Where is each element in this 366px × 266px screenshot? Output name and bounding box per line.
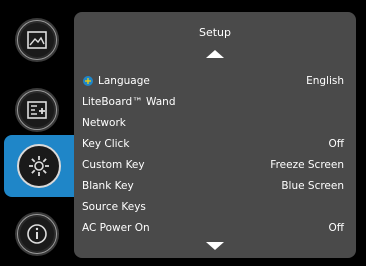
menu-item-label: Language — [98, 74, 150, 87]
settings-tab[interactable] — [17, 90, 57, 130]
menu-item-custom-key[interactable]: Custom Key Freeze Screen — [82, 154, 348, 175]
picture-tab[interactable] — [17, 20, 57, 60]
language-icon — [83, 75, 93, 86]
menu-item-label: Blank Key — [82, 179, 134, 192]
status-tab[interactable] — [17, 214, 57, 254]
menu-item-value: Off — [328, 137, 345, 150]
menu-item-network[interactable]: Network — [82, 112, 348, 133]
menu-item-label: Custom Key — [82, 158, 145, 171]
gear-icon — [29, 156, 49, 176]
menu-item-label: LiteBoard™ Wand — [82, 95, 176, 108]
menu-list: Language English LiteBoard™ Wand Network… — [82, 70, 348, 238]
scroll-down-arrow[interactable] — [206, 242, 224, 250]
sidebar — [0, 0, 78, 266]
menu-item-value: Freeze Screen — [270, 158, 344, 171]
menu-item-label: AC Power On — [82, 221, 150, 234]
menu-item-label: Network — [82, 116, 126, 129]
menu-item-liteboard-wand[interactable]: LiteBoard™ Wand — [82, 91, 348, 112]
menu-item-source-keys[interactable]: Source Keys — [82, 196, 348, 217]
menu-item-value: Blue Screen — [281, 179, 344, 192]
scroll-up-arrow[interactable] — [206, 50, 224, 58]
setup-tab-inner — [17, 144, 61, 188]
setup-panel: Setup Language English LiteBoard™ Wand N… — [74, 12, 356, 258]
menu-item-value: English — [306, 74, 344, 87]
info-icon — [27, 224, 47, 244]
menu-item-ac-power-on[interactable]: AC Power On Off — [82, 217, 348, 238]
menu-item-language[interactable]: Language English — [82, 70, 348, 91]
menu-item-label: Key Click — [82, 137, 130, 150]
menu-item-blank-key[interactable]: Blank Key Blue Screen — [82, 175, 348, 196]
setup-tab[interactable] — [4, 135, 74, 197]
settings-icon — [27, 101, 47, 119]
menu-item-label: Source Keys — [82, 200, 146, 213]
menu-item-key-click[interactable]: Key Click Off — [82, 133, 348, 154]
picture-icon — [27, 31, 47, 49]
panel-title: Setup — [198, 26, 232, 39]
menu-item-value: Off — [328, 221, 345, 234]
